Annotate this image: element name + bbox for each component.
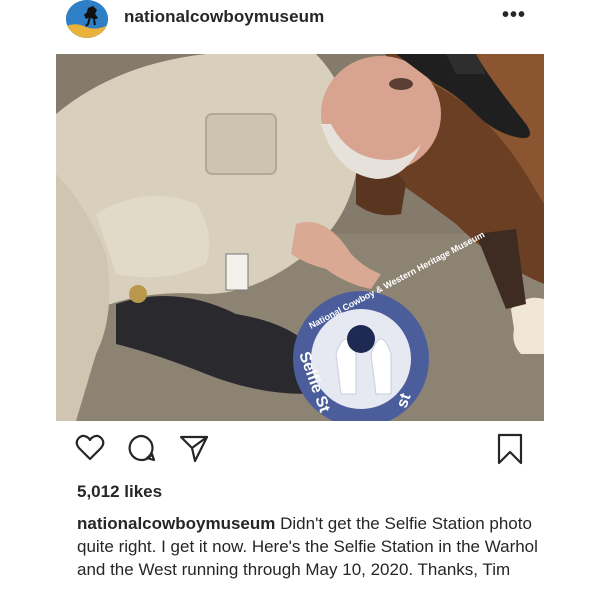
share-icon[interactable] [178,432,210,464]
post-caption: nationalcowboymuseum Didn't get the Self… [77,512,547,581]
caption-username[interactable]: nationalcowboymuseum [77,514,275,533]
photo-scene: National Cowboy & Western Heritage Museu… [56,54,544,421]
bookmark-icon[interactable] [494,432,526,466]
museum-logo-icon [66,0,108,38]
likes-count[interactable]: 5,012 likes [77,482,162,502]
post-photo[interactable]: National Cowboy & Western Heritage Museu… [56,54,544,421]
post-actions [0,432,600,472]
post-header: nationalcowboymuseum ••• [0,0,600,44]
more-options-icon[interactable]: ••• [502,4,526,27]
heart-icon[interactable] [74,432,106,464]
post-username[interactable]: nationalcowboymuseum [124,7,324,27]
comment-icon[interactable] [126,432,158,464]
avatar[interactable] [66,0,108,38]
